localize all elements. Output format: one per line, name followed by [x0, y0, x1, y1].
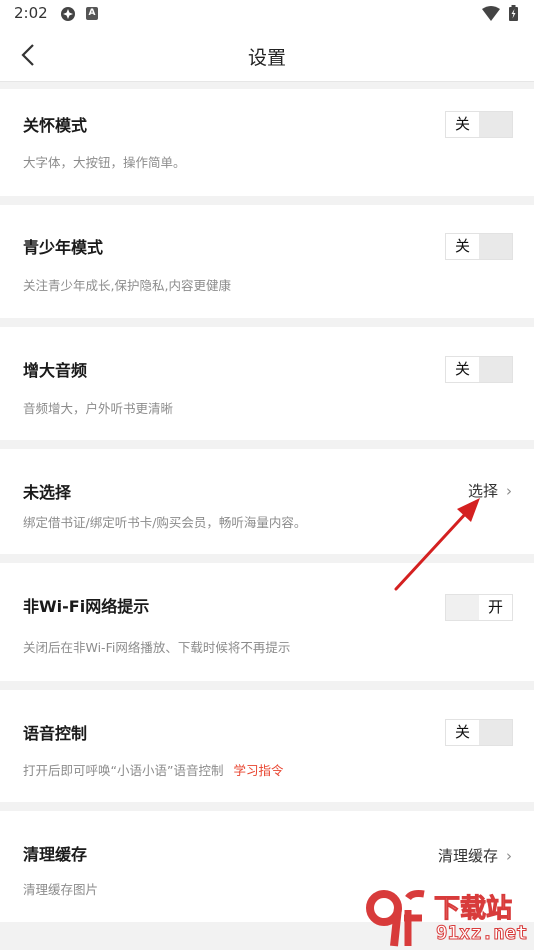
wifi-icon [482, 6, 500, 21]
watermark-logo-icon [366, 890, 425, 947]
status-bar: 2:02 A [0, 0, 534, 28]
toggle-label: 关 [446, 112, 479, 137]
setting-description: 大字体，大按钮，操作简单。 [23, 155, 186, 170]
clear-cache-button[interactable]: 清理缓存 › [438, 845, 512, 866]
setting-row-care-mode: 关怀模式 大字体，大按钮，操作简单。 关 [0, 89, 534, 196]
toggle-label: 关 [446, 357, 479, 382]
app-header: 设置 [0, 28, 534, 82]
page-title: 设置 [247, 47, 286, 69]
setting-description: 绑定借书证/绑定听书卡/购买会员，畅听海量内容。 [23, 515, 307, 530]
setting-title: 青少年模式 [23, 238, 104, 257]
chevron-right-icon: › [506, 482, 512, 500]
toggle-label: 开 [479, 595, 512, 620]
setting-description: 清理缓存图片 [23, 882, 99, 897]
setting-row-boost-audio: 增大音频 音频增大，户外听书更清晰 关 [0, 327, 534, 440]
chevron-right-icon: › [506, 847, 512, 865]
app-notification-icon [61, 7, 75, 21]
setting-title: 关怀模式 [23, 116, 88, 135]
toggle-label: 关 [446, 234, 479, 259]
setting-description: 关注青少年成长,保护隐私,内容更健康 [23, 278, 231, 293]
boost-audio-toggle[interactable]: 关 [445, 356, 513, 383]
notification-badge-icon: A [86, 7, 98, 20]
setting-row-voice-control: 语音控制 打开后即可呼唤“小语小语”语音控制 学习指令 关 [0, 690, 534, 802]
setting-title: 增大音频 [23, 361, 88, 380]
voice-control-description: 打开后即可呼唤“小语小语”语音控制 [23, 763, 224, 778]
teen-mode-toggle[interactable]: 关 [445, 233, 513, 260]
watermark: 下载站 91xz.net [364, 888, 532, 948]
select-button[interactable]: 选择 › [468, 480, 512, 501]
watermark-domain: 91xz.net [436, 922, 529, 945]
setting-description: 打开后即可呼唤“小语小语”语音控制 学习指令 [23, 760, 283, 779]
clear-cache-label: 清理缓存 [437, 847, 498, 865]
setting-row-teen-mode: 青少年模式 关注青少年成长,保护隐私,内容更健康 关 [0, 205, 534, 318]
care-mode-toggle[interactable]: 关 [445, 111, 513, 138]
setting-row-non-wifi-alert: 非Wi-Fi网络提示 关闭后在非Wi-Fi网络播放、下载时候将不再提示 开 [0, 563, 534, 681]
learn-commands-link[interactable]: 学习指令 [233, 763, 283, 778]
battery-icon [509, 5, 518, 21]
watermark-site-name: 下载站 [433, 894, 513, 925]
voice-control-toggle[interactable]: 关 [445, 719, 513, 746]
setting-title: 清理缓存 [23, 845, 88, 864]
non-wifi-alert-toggle[interactable]: 开 [445, 594, 513, 621]
setting-row-membership[interactable]: 未选择 绑定借书证/绑定听书卡/购买会员，畅听海量内容。 选择 › [0, 449, 534, 554]
setting-title: 未选择 [23, 483, 72, 502]
select-label: 选择 [467, 482, 498, 500]
setting-title: 语音控制 [23, 724, 88, 743]
status-time: 2:02 [14, 4, 48, 22]
setting-title: 非Wi-Fi网络提示 [23, 597, 150, 616]
setting-description: 音频增大，户外听书更清晰 [23, 401, 174, 416]
toggle-label: 关 [446, 720, 479, 745]
setting-description: 关闭后在非Wi-Fi网络播放、下载时候将不再提示 [23, 640, 291, 655]
